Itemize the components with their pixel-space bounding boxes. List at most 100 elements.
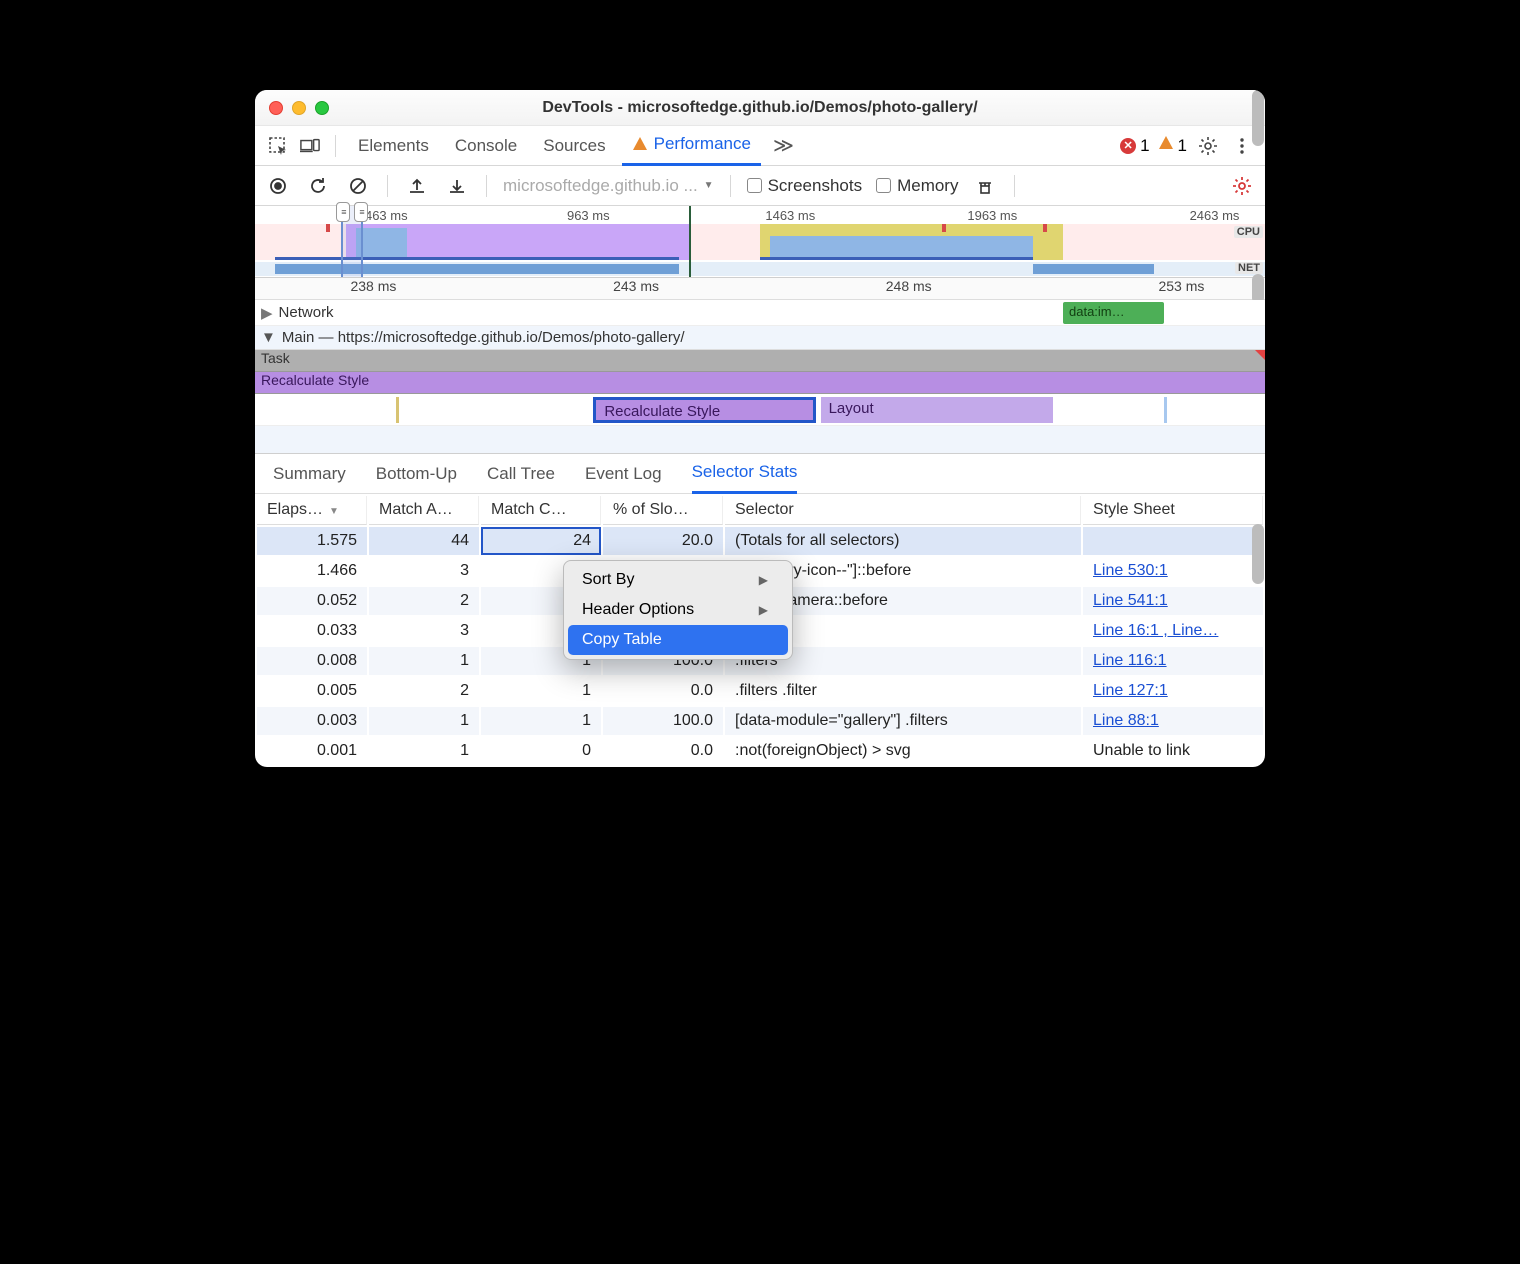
cell-stylesheet — [1083, 527, 1263, 555]
devtools-window: DevTools - microsoftedge.github.io/Demos… — [255, 90, 1265, 767]
cell: 0.003 — [257, 707, 367, 735]
col-pct-slow[interactable]: % of Slo… — [603, 496, 723, 525]
net-track: NET — [255, 262, 1265, 276]
ctx-sort-by[interactable]: Sort By▶ — [568, 565, 788, 595]
tab-performance[interactable]: Performance — [622, 126, 761, 166]
tab-event-log[interactable]: Event Log — [585, 454, 662, 494]
warning-icon — [1158, 135, 1174, 156]
tab-selector-stats[interactable]: Selector Stats — [692, 454, 798, 494]
settings-icon[interactable] — [1195, 133, 1221, 159]
stylesheet-link[interactable]: Line 116:1 — [1093, 652, 1167, 669]
cell-stylesheet[interactable]: Line 541:1 — [1083, 587, 1263, 615]
stylesheet-link[interactable]: Line 127:1 — [1093, 682, 1168, 699]
time-cursor — [689, 206, 691, 277]
stylesheet-link[interactable]: Line 88:1 — [1093, 712, 1159, 729]
record-icon[interactable] — [265, 173, 291, 199]
handle-left-icon[interactable] — [336, 202, 350, 222]
cell: (Totals for all selectors) — [725, 527, 1081, 555]
cell: 3 — [369, 617, 479, 645]
main-track-header[interactable]: ▼ Main — https://microsoftedge.github.io… — [255, 326, 1265, 350]
recording-dropdown[interactable]: microsoftedge.github.io ...▼ — [503, 176, 714, 196]
cell: :not(foreignObject) > svg — [725, 737, 1081, 765]
viewport-selection[interactable] — [341, 206, 363, 277]
divider — [387, 175, 388, 197]
ctx-header-options[interactable]: Header Options▶ — [568, 595, 788, 625]
tab-bottom-up[interactable]: Bottom-Up — [376, 454, 457, 494]
context-menu: Sort By▶ Header Options▶ Copy Table — [563, 560, 793, 660]
flame-row: Recalculate Style Layout — [255, 394, 1265, 426]
cell-stylesheet[interactable]: Line 530:1 — [1083, 557, 1263, 585]
table-row[interactable]: 0.005210.0.filters .filterLine 127:1 — [257, 677, 1263, 705]
table-header-row: Elaps… Match A… Match C… % of Slo… Selec… — [257, 496, 1263, 525]
cell-stylesheet: Unable to link — [1083, 737, 1263, 765]
device-icon[interactable] — [297, 133, 323, 159]
layout-block[interactable]: Layout — [821, 397, 1053, 423]
cell: 20.0 — [603, 527, 723, 555]
tab-sources[interactable]: Sources — [533, 126, 615, 166]
clear-icon[interactable] — [345, 173, 371, 199]
cell: 44 — [369, 527, 479, 555]
scrollbar-thumb[interactable] — [1252, 524, 1264, 584]
reload-icon[interactable] — [305, 173, 331, 199]
detail-ruler: 238 ms 243 ms 248 ms 253 ms — [255, 278, 1265, 300]
cell: 1 — [481, 707, 601, 735]
network-request-block[interactable]: data:im… — [1063, 302, 1164, 324]
table-row[interactable]: 1.575442420.0(Totals for all selectors) — [257, 527, 1263, 555]
scrollbar-thumb[interactable] — [1252, 90, 1264, 146]
error-count[interactable]: ✕ 1 — [1120, 136, 1149, 156]
tabs-overflow-icon[interactable]: ≫ — [767, 133, 800, 158]
inspect-icon[interactable] — [265, 133, 291, 159]
tab-elements[interactable]: Elements — [348, 126, 439, 166]
tab-call-tree[interactable]: Call Tree — [487, 454, 555, 494]
flame-sliver[interactable] — [1164, 397, 1167, 423]
cell: 0 — [481, 737, 601, 765]
cell: 100.0 — [603, 707, 723, 735]
table-row[interactable]: 0.001100.0:not(foreignObject) > svgUnabl… — [257, 737, 1263, 765]
chevron-right-icon: ▶ — [759, 573, 768, 587]
col-match-count[interactable]: Match C… — [481, 496, 601, 525]
capture-settings-icon[interactable] — [1229, 173, 1255, 199]
screenshots-checkbox[interactable]: Screenshots — [747, 176, 863, 196]
ctx-copy-table[interactable]: Copy Table — [568, 625, 788, 655]
cell-stylesheet[interactable]: Line 116:1 — [1083, 647, 1263, 675]
download-icon[interactable] — [444, 173, 470, 199]
upload-icon[interactable] — [404, 173, 430, 199]
cell: 1 — [481, 677, 601, 705]
cell: 2 — [369, 587, 479, 615]
garbage-collect-icon[interactable] — [972, 173, 998, 199]
cell: 2 — [369, 677, 479, 705]
stylesheet-link[interactable]: Line 530:1 — [1093, 562, 1168, 579]
col-selector[interactable]: Selector — [725, 496, 1081, 525]
memory-checkbox[interactable]: Memory — [876, 176, 958, 196]
divider — [1014, 175, 1015, 197]
warning-count[interactable]: 1 — [1158, 135, 1187, 156]
cell-stylesheet[interactable]: Line 127:1 — [1083, 677, 1263, 705]
cell-stylesheet[interactable]: Line 88:1 — [1083, 707, 1263, 735]
expand-icon: ▼ — [261, 329, 276, 346]
tab-console[interactable]: Console — [445, 126, 527, 166]
selector-stats-table-wrapper: Elaps… Match A… Match C… % of Slo… Selec… — [255, 494, 1265, 767]
stylesheet-link[interactable]: Line 541:1 — [1093, 592, 1168, 609]
col-elapsed[interactable]: Elaps… — [257, 496, 367, 525]
recalculate-style-block[interactable]: Recalculate Style — [255, 372, 1265, 394]
cell-stylesheet[interactable]: Line 16:1 , Line… — [1083, 617, 1263, 645]
cell: 1.466 — [257, 557, 367, 585]
cell: 1 — [369, 737, 479, 765]
details-tabs: Summary Bottom-Up Call Tree Event Log Se… — [255, 454, 1265, 494]
collapse-icon: ▶ — [261, 304, 273, 322]
table-row[interactable]: 0.00311100.0[data-module="gallery"] .fil… — [257, 707, 1263, 735]
recalculate-style-selected[interactable]: Recalculate Style — [593, 397, 815, 423]
cell: 24 — [481, 527, 601, 555]
col-match-attempts[interactable]: Match A… — [369, 496, 479, 525]
col-stylesheet[interactable]: Style Sheet — [1083, 496, 1263, 525]
cell: 1.575 — [257, 527, 367, 555]
overview-timeline[interactable]: 463 ms 963 ms 1463 ms 1963 ms 2463 ms CP… — [255, 206, 1265, 278]
warning-icon — [632, 136, 648, 152]
network-track-header[interactable]: ▶ Network data:im… — [255, 300, 1265, 326]
tab-summary[interactable]: Summary — [273, 454, 346, 494]
flame-sliver[interactable] — [396, 397, 399, 423]
task-block[interactable]: Task — [255, 350, 1265, 372]
handle-right-icon[interactable] — [354, 202, 368, 222]
stylesheet-link[interactable]: Line 16:1 , Line… — [1093, 622, 1218, 639]
cell: 0.0 — [603, 677, 723, 705]
